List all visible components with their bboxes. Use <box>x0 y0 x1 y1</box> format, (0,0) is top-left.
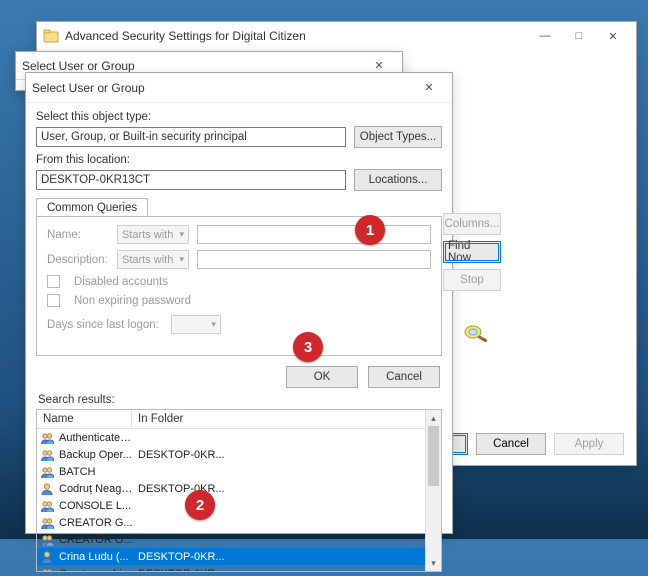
object-type-label: Select this object type: <box>36 111 442 123</box>
location-label: From this location: <box>36 154 442 166</box>
group-icon <box>40 499 56 513</box>
select-user-group-dialog: Select User or Group ✕ Select this objec… <box>25 72 453 534</box>
columns-button: Columns... <box>443 213 501 235</box>
row-folder: DESKTOP-0KR... <box>134 449 441 461</box>
row-name: CONSOLE L... <box>59 500 134 512</box>
scroll-thumb[interactable] <box>428 426 439 486</box>
chevron-down-icon: ▾ <box>211 319 216 330</box>
table-row[interactable]: CREATOR G... <box>37 514 441 531</box>
user-icon <box>40 482 56 496</box>
table-row[interactable]: BATCH <box>37 463 441 480</box>
step-badge-3: 3 <box>293 332 323 362</box>
col-name[interactable]: Name <box>37 410 132 428</box>
user-icon <box>40 550 56 564</box>
group-icon <box>40 516 56 530</box>
adv-apply-button: Apply <box>554 433 624 455</box>
row-folder: DESKTOP-0KR... <box>134 483 441 495</box>
table-row[interactable]: Crina Ludu (...DESKTOP-0KR... <box>37 548 441 565</box>
sel2-title: Select User or Group <box>32 81 145 95</box>
adv-title: Advanced Security Settings for Digital C… <box>65 29 306 43</box>
chevron-down-icon: ▾ <box>179 254 184 265</box>
row-folder: DESKTOP-0KR... <box>134 568 441 572</box>
results-scrollbar[interactable]: ▴ ▾ <box>425 410 441 571</box>
results-header: Name In Folder <box>37 410 441 429</box>
maximize-button[interactable]: □ <box>562 25 596 47</box>
group-icon <box>40 431 56 445</box>
adv-cancel-button[interactable]: Cancel <box>476 433 546 455</box>
name-query-input[interactable] <box>197 225 431 244</box>
table-row[interactable]: Authenticated... <box>37 429 441 446</box>
row-name: Crina Ludu (... <box>59 551 134 563</box>
table-row[interactable]: Backup Oper...DESKTOP-0KR... <box>37 446 441 463</box>
sel2-ok-button[interactable]: OK <box>286 366 358 388</box>
step-badge-2: 2 <box>185 490 215 520</box>
scroll-down-icon[interactable]: ▾ <box>426 555 441 571</box>
row-folder: DESKTOP-0KR... <box>134 551 441 563</box>
close-button[interactable]: ✕ <box>596 25 630 47</box>
table-row[interactable]: CREATOR O... <box>37 531 441 548</box>
sel1-title: Select User or Group <box>22 59 135 73</box>
row-name: Codruț Neagu... <box>59 483 134 495</box>
folder-icon <box>43 28 59 44</box>
sel2-cancel-button[interactable]: Cancel <box>368 366 440 388</box>
search-results-label: Search results: <box>38 394 442 406</box>
table-row[interactable]: Cryptographic...DESKTOP-0KR... <box>37 565 441 571</box>
desc-match-dropdown[interactable]: Starts with▾ <box>117 250 189 269</box>
table-row[interactable]: Codruț Neagu...DESKTOP-0KR... <box>37 480 441 497</box>
locations-button[interactable]: Locations... <box>354 169 442 191</box>
group-icon <box>40 533 56 547</box>
scroll-up-icon[interactable]: ▴ <box>426 410 441 426</box>
row-name: CREATOR G... <box>59 517 134 529</box>
row-name: Cryptographic... <box>59 568 134 572</box>
days-since-dropdown[interactable]: ▾ <box>171 315 221 334</box>
sel2-close-button[interactable]: ✕ <box>412 77 446 99</box>
stop-button: Stop <box>443 269 501 291</box>
step-badge-1: 1 <box>355 215 385 245</box>
minimize-button[interactable]: — <box>528 25 562 47</box>
name-query-label: Name: <box>47 229 109 241</box>
tab-common-queries[interactable]: Common Queries <box>36 198 148 217</box>
disabled-accounts-checkbox[interactable] <box>47 275 60 288</box>
desc-query-label: Description: <box>47 254 109 266</box>
row-name: Authenticated... <box>59 432 134 444</box>
search-icon <box>459 321 493 345</box>
desc-query-input[interactable] <box>197 250 431 269</box>
row-name: Backup Oper... <box>59 449 134 461</box>
col-in-folder[interactable]: In Folder <box>132 410 441 428</box>
group-icon <box>40 567 56 572</box>
table-row[interactable]: CONSOLE L... <box>37 497 441 514</box>
chevron-down-icon: ▾ <box>179 229 184 240</box>
find-now-button[interactable]: Find Now <box>443 241 501 263</box>
object-type-field[interactable]: User, Group, or Built-in security princi… <box>36 127 346 147</box>
group-icon <box>40 448 56 462</box>
object-types-button[interactable]: Object Types... <box>354 126 442 148</box>
name-match-dropdown[interactable]: Starts with▾ <box>117 225 189 244</box>
group-icon <box>40 465 56 479</box>
row-name: BATCH <box>59 466 134 478</box>
location-field[interactable]: DESKTOP-0KR13CT <box>36 170 346 190</box>
disabled-accounts-label: Disabled accounts <box>74 276 168 288</box>
search-results-table: Name In Folder Authenticated... Backup Op… <box>36 409 442 572</box>
adv-titlebar: Advanced Security Settings for Digital C… <box>37 22 636 50</box>
row-name: CREATOR O... <box>59 534 134 546</box>
non-expiring-checkbox[interactable] <box>47 294 60 307</box>
non-expiring-label: Non expiring password <box>74 295 191 307</box>
days-since-label: Days since last logon: <box>47 319 159 331</box>
